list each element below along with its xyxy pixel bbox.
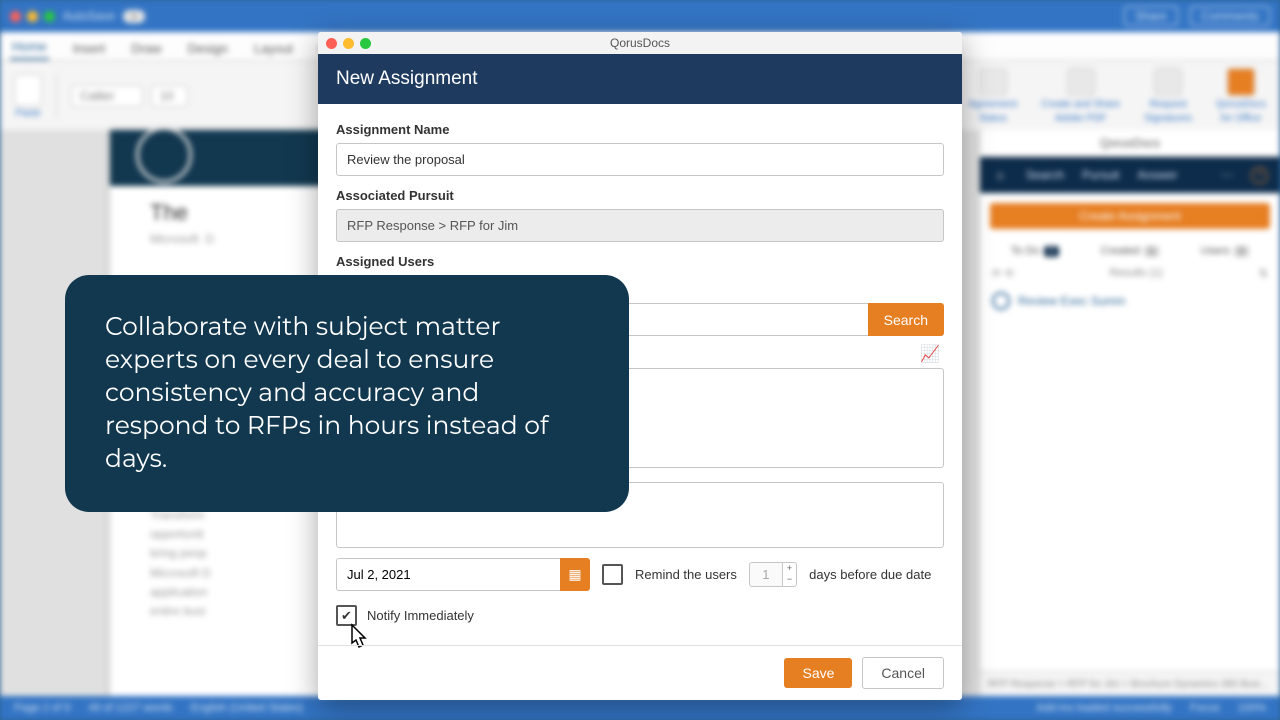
tab-draw[interactable]: Draw xyxy=(129,37,163,60)
remind-label: Remind the users xyxy=(635,567,737,582)
qorus-nav: ⌂ Search Pursuit Answer ⋯ ? xyxy=(980,157,1280,193)
results-count: Results (1) xyxy=(1110,267,1163,280)
save-button[interactable]: Save xyxy=(784,658,852,688)
assignment-list-item[interactable]: Review Exec Summ xyxy=(980,284,1280,318)
user-search-button[interactable]: Search xyxy=(868,303,944,336)
remind-checkbox[interactable] xyxy=(602,564,623,585)
refresh-icon[interactable]: ⟳ ⟲ xyxy=(992,267,1014,280)
qorus-results-bar: ⟳ ⟲ Results (1) ⇅ xyxy=(980,263,1280,284)
comments-button[interactable]: Comments xyxy=(1190,6,1270,26)
stepper-up-icon[interactable]: + xyxy=(783,563,796,574)
share-button[interactable]: Share xyxy=(1124,6,1178,26)
assignment-name-input[interactable] xyxy=(336,143,944,176)
status-focus[interactable]: Focus xyxy=(1190,702,1220,714)
nav-search[interactable]: Search xyxy=(1026,168,1064,182)
remind-days-stepper[interactable]: +− xyxy=(749,562,797,587)
sort-icon[interactable]: ⇅ xyxy=(1259,267,1268,280)
status-zoom[interactable]: 100% xyxy=(1238,702,1266,714)
modal-title: New Assignment xyxy=(318,54,962,104)
autosave-toggle[interactable]: ● xyxy=(123,10,145,23)
paste-button[interactable]: Paste xyxy=(14,74,42,119)
calendar-icon[interactable]: ▦ xyxy=(560,558,590,591)
cancel-button[interactable]: Cancel xyxy=(862,657,944,689)
nav-pursuit[interactable]: Pursuit xyxy=(1082,168,1119,182)
font-select[interactable]: Calibri xyxy=(71,85,143,107)
clock-icon xyxy=(992,292,1010,310)
status-words[interactable]: 49 of 1227 words xyxy=(88,702,172,714)
stepper-down-icon[interactable]: − xyxy=(783,574,796,585)
modal-footer: Save Cancel xyxy=(318,645,962,700)
notify-label: Notify Immediately xyxy=(367,608,474,623)
associated-pursuit-input xyxy=(336,209,944,242)
home-icon[interactable]: ⌂ xyxy=(992,167,1008,183)
due-date-field[interactable]: ▦ xyxy=(336,558,590,591)
assignment-item-label: Review Exec Summ xyxy=(1018,294,1125,308)
tab-todo[interactable]: To Do1 xyxy=(1011,245,1059,257)
qorus-pane: QorusDocs ⌂ Search Pursuit Answer ⋯ ? Cr… xyxy=(979,130,1280,696)
remind-suffix: days before due date xyxy=(809,567,931,582)
traffic-lights[interactable] xyxy=(10,11,55,22)
due-date-input[interactable] xyxy=(336,558,560,591)
help-icon[interactable]: ? xyxy=(1251,167,1268,184)
tab-layout[interactable]: Layout xyxy=(252,37,295,60)
qorus-breadcrumb: RFP Response > RFP for Jim > Brochure Dy… xyxy=(980,671,1280,696)
qorus-filter-tabs: To Do1 Created1 Users2 xyxy=(980,239,1280,263)
fontsize-select[interactable]: 10 xyxy=(151,85,188,107)
remind-days-input[interactable] xyxy=(749,562,783,587)
more-icon[interactable]: ⋯ xyxy=(1221,168,1233,182)
autosave-label: AutoSave xyxy=(63,9,115,23)
qorus-pane-title: QorusDocs xyxy=(980,130,1280,157)
label-assignment-name: Assignment Name xyxy=(336,122,944,137)
nav-answer[interactable]: Answer xyxy=(1137,168,1177,182)
label-assigned-users: Assigned Users xyxy=(336,254,944,269)
modal-window-title: QorusDocs xyxy=(318,36,962,50)
modal-titlebar: QorusDocs xyxy=(318,32,962,54)
ribbon-qorusdocs[interactable]: QorusDocsfor Office xyxy=(1216,68,1266,124)
label-associated-pursuit: Associated Pursuit xyxy=(336,188,944,203)
marketing-callout: Collaborate with subject matter experts … xyxy=(65,275,629,512)
tab-users[interactable]: Users2 xyxy=(1201,245,1249,257)
word-titlebar: AutoSave ● Share Comments xyxy=(0,0,1280,32)
status-pages[interactable]: Page 2 of 9 xyxy=(14,702,70,714)
ribbon-adobe-pdf[interactable]: Create and ShareAdobe PDF xyxy=(1041,68,1120,124)
tab-insert[interactable]: Insert xyxy=(71,37,108,60)
tab-created[interactable]: Created1 xyxy=(1101,245,1160,257)
status-addins: Add-ins loaded successfully xyxy=(1036,702,1172,714)
ribbon-agreement-status[interactable]: AgreementStatus xyxy=(968,68,1017,124)
tab-home[interactable]: Home xyxy=(10,35,49,60)
ribbon-request-signatures[interactable]: RequestSignatures xyxy=(1144,68,1192,124)
status-lang[interactable]: English (United States) xyxy=(191,702,304,714)
tab-design[interactable]: Design xyxy=(186,37,230,60)
create-assignment-button[interactable]: Create Assignment xyxy=(990,203,1270,229)
